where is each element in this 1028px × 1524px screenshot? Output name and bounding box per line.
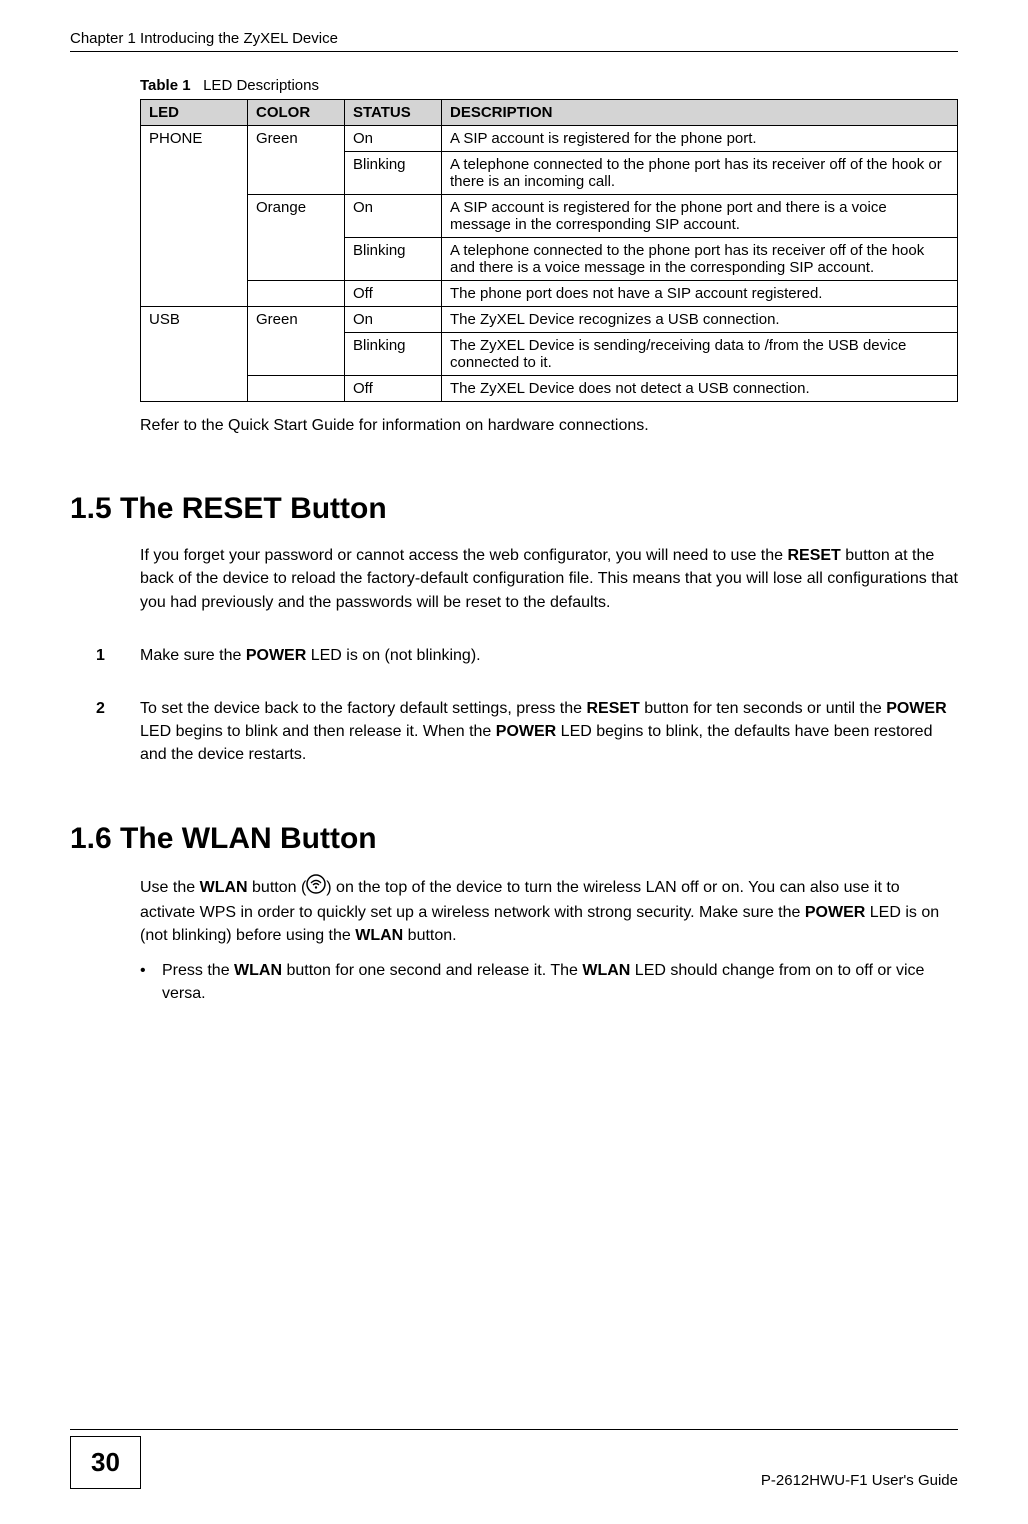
wlan-bold: WLAN (355, 927, 403, 944)
text: If you forget your password or cannot ac… (140, 547, 787, 564)
power-bold: POWER (886, 700, 946, 717)
cell-desc: The ZyXEL Device is sending/receiving da… (442, 333, 958, 376)
cell-color: Orange (248, 195, 345, 281)
cell-led: USB (141, 307, 248, 402)
bullet-item: • Press the WLAN button for one second a… (140, 959, 958, 1005)
cell-desc: A telephone connected to the phone port … (442, 238, 958, 281)
step-2: 2 To set the device back to the factory … (140, 697, 958, 767)
led-table: LED COLOR STATUS DESCRIPTION PHONE Green… (140, 99, 958, 402)
power-bold: POWER (246, 647, 306, 664)
text: Press the (162, 962, 234, 979)
footer-guide: P-2612HWU-F1 User's Guide (761, 1472, 958, 1489)
cell-status: Blinking (345, 333, 442, 376)
cell-status: On (345, 195, 442, 238)
cell-led: PHONE (141, 126, 248, 307)
cell-desc: A SIP account is registered for the phon… (442, 126, 958, 152)
table-caption: Table 1 LED Descriptions (140, 77, 958, 94)
cell-desc: The ZyXEL Device does not detect a USB c… (442, 376, 958, 402)
text: button ( (248, 878, 307, 895)
section-1-6-heading: 1.6 The WLAN Button (70, 822, 958, 856)
text: button. (403, 927, 456, 944)
step-1: 1 Make sure the POWER LED is on (not bli… (140, 644, 958, 667)
step-text: To set the device back to the factory de… (140, 697, 958, 767)
cell-color: Green (248, 307, 345, 376)
reset-bold: RESET (787, 547, 840, 564)
cell-color (248, 281, 345, 307)
text: button for ten seconds or until the (640, 700, 886, 717)
th-description: DESCRIPTION (442, 100, 958, 126)
cell-status: On (345, 126, 442, 152)
cell-status: On (345, 307, 442, 333)
step-number: 1 (96, 644, 140, 667)
step-number: 2 (96, 697, 140, 767)
wlan-bold: WLAN (582, 962, 630, 979)
section-1-5-intro: If you forget your password or cannot ac… (140, 544, 958, 614)
power-bold: POWER (805, 904, 865, 921)
section-1-5-heading: 1.5 The RESET Button (70, 492, 958, 526)
refer-paragraph: Refer to the Quick Start Guide for infor… (140, 414, 958, 437)
power-bold: POWER (496, 723, 556, 740)
chapter-header: Chapter 1 Introducing the ZyXEL Device (70, 30, 958, 47)
text: LED is on (not blinking). (306, 647, 480, 664)
cell-status: Blinking (345, 238, 442, 281)
table-row: Off The phone port does not have a SIP a… (141, 281, 958, 307)
table-row: PHONE Green On A SIP account is register… (141, 126, 958, 152)
cell-status: Blinking (345, 152, 442, 195)
th-led: LED (141, 100, 248, 126)
step-text: Make sure the POWER LED is on (not blink… (140, 644, 958, 667)
footer-rule (70, 1429, 958, 1430)
header-rule (70, 51, 958, 52)
page-number: 30 (70, 1436, 141, 1489)
reset-bold: RESET (586, 700, 639, 717)
table-row: USB Green On The ZyXEL Device recognizes… (141, 307, 958, 333)
table-row: Orange On A SIP account is registered fo… (141, 195, 958, 238)
text: To set the device back to the factory de… (140, 700, 586, 717)
table-caption-label: Table 1 (140, 77, 191, 94)
section-1-6-intro: Use the WLAN button () on the top of the… (140, 874, 958, 948)
th-color: COLOR (248, 100, 345, 126)
bullet-text: Press the WLAN button for one second and… (162, 959, 958, 1005)
wlan-bold: WLAN (234, 962, 282, 979)
cell-color: Green (248, 126, 345, 195)
text: Make sure the (140, 647, 246, 664)
text: LED begins to blink and then release it.… (140, 723, 496, 740)
cell-desc: The ZyXEL Device recognizes a USB connec… (442, 307, 958, 333)
cell-desc: A SIP account is registered for the phon… (442, 195, 958, 238)
table-caption-text: LED Descriptions (203, 77, 319, 94)
table-header-row: LED COLOR STATUS DESCRIPTION (141, 100, 958, 126)
text: button for one second and release it. Th… (282, 962, 582, 979)
table-row: Off The ZyXEL Device does not detect a U… (141, 376, 958, 402)
cell-desc: A telephone connected to the phone port … (442, 152, 958, 195)
cell-status: Off (345, 281, 442, 307)
bullet-dot: • (140, 959, 162, 1005)
th-status: STATUS (345, 100, 442, 126)
wlan-bold: WLAN (200, 878, 248, 895)
cell-color (248, 376, 345, 402)
page-footer: 30 P-2612HWU-F1 User's Guide (70, 1429, 958, 1489)
wlan-icon (306, 874, 326, 901)
cell-desc: The phone port does not have a SIP accou… (442, 281, 958, 307)
text: Use the (140, 878, 200, 895)
cell-status: Off (345, 376, 442, 402)
